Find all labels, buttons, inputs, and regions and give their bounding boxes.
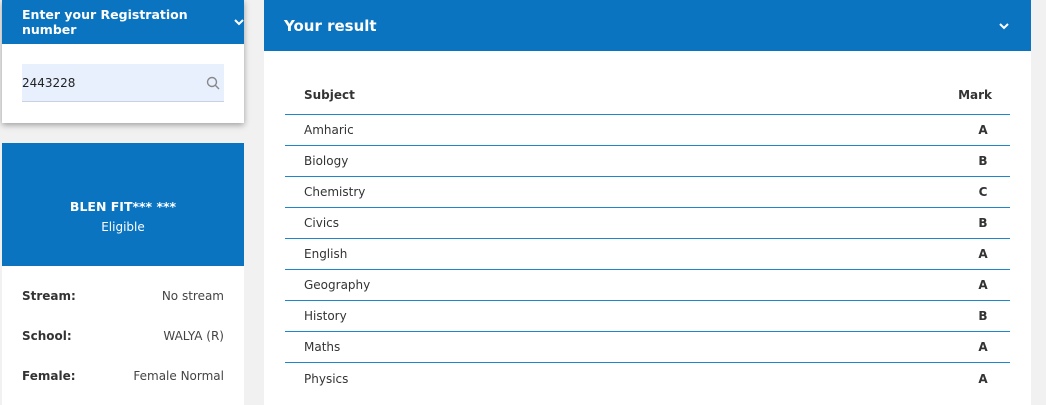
- table-row: History B: [285, 301, 1010, 332]
- detail-row-female: Female: Female Normal: [2, 356, 244, 396]
- subject-cell: Maths: [304, 340, 341, 354]
- student-header: BLEN FIT*** *** Eligible: [2, 143, 244, 266]
- registration-search-box: [22, 64, 224, 102]
- mark-cell: B: [978, 216, 988, 230]
- registration-card: Enter your Registration number: [2, 0, 244, 123]
- subject-cell: Physics: [304, 371, 349, 386]
- student-name: BLEN FIT*** ***: [69, 199, 177, 214]
- student-status: Eligible: [101, 220, 145, 234]
- chevron-down-icon[interactable]: [234, 16, 244, 29]
- subject-cell: Amharic: [304, 123, 354, 137]
- mark-cell: B: [978, 309, 988, 323]
- table-row: Maths A: [285, 332, 1010, 363]
- subject-cell: Geography: [304, 278, 371, 292]
- result-table: Subject Mark Amharic A Biology B Chemist…: [285, 75, 1010, 394]
- table-row: Geography A: [285, 270, 1010, 301]
- mark-cell: A: [978, 247, 988, 261]
- subject-cell: Biology: [304, 154, 349, 168]
- result-header[interactable]: Your result: [264, 0, 1031, 51]
- chevron-down-icon[interactable]: [999, 19, 1009, 33]
- subject-cell: English: [304, 247, 348, 261]
- table-row: Amharic A: [285, 115, 1010, 146]
- detail-label: School:: [22, 329, 72, 343]
- column-header-subject: Subject: [304, 87, 355, 102]
- detail-label: Female:: [22, 369, 76, 383]
- detail-value: Female Normal: [133, 369, 224, 383]
- subject-cell: Civics: [304, 216, 339, 230]
- mark-cell: B: [978, 154, 988, 168]
- subject-cell: Chemistry: [304, 185, 366, 199]
- mark-cell: A: [978, 123, 988, 137]
- mark-cell: A: [978, 371, 988, 386]
- subject-cell: History: [304, 309, 347, 323]
- registration-header[interactable]: Enter your Registration number: [2, 0, 244, 44]
- detail-label: Stream:: [22, 289, 76, 303]
- detail-row-stream: Stream: No stream: [2, 276, 244, 316]
- table-row: Biology B: [285, 146, 1010, 177]
- registration-number-input[interactable]: [22, 75, 182, 90]
- detail-value: No stream: [161, 289, 224, 303]
- mark-cell: A: [978, 278, 988, 292]
- column-header-mark: Mark: [958, 87, 992, 102]
- result-title: Your result: [284, 16, 377, 35]
- table-header-row: Subject Mark: [285, 75, 1010, 115]
- table-row: English A: [285, 239, 1010, 270]
- table-row: Physics A: [285, 363, 1010, 394]
- search-icon[interactable]: [202, 72, 224, 94]
- left-column: Enter your Registration number BLEN FIT*…: [2, 0, 244, 405]
- mark-cell: A: [978, 340, 988, 354]
- table-row: Chemistry C: [285, 177, 1010, 208]
- result-card: Your result Subject Mark Amharic A Biolo…: [264, 0, 1031, 405]
- mark-cell: C: [978, 185, 988, 199]
- student-details: Stream: No stream School: WALYA (R) Fema…: [2, 276, 244, 396]
- table-row: Civics B: [285, 208, 1010, 239]
- detail-value: WALYA (R): [163, 329, 224, 343]
- student-card: BLEN FIT*** *** Eligible Stream: No stre…: [2, 143, 244, 405]
- registration-header-label: Enter your Registration number: [22, 7, 188, 37]
- detail-row-school: School: WALYA (R): [2, 316, 244, 356]
